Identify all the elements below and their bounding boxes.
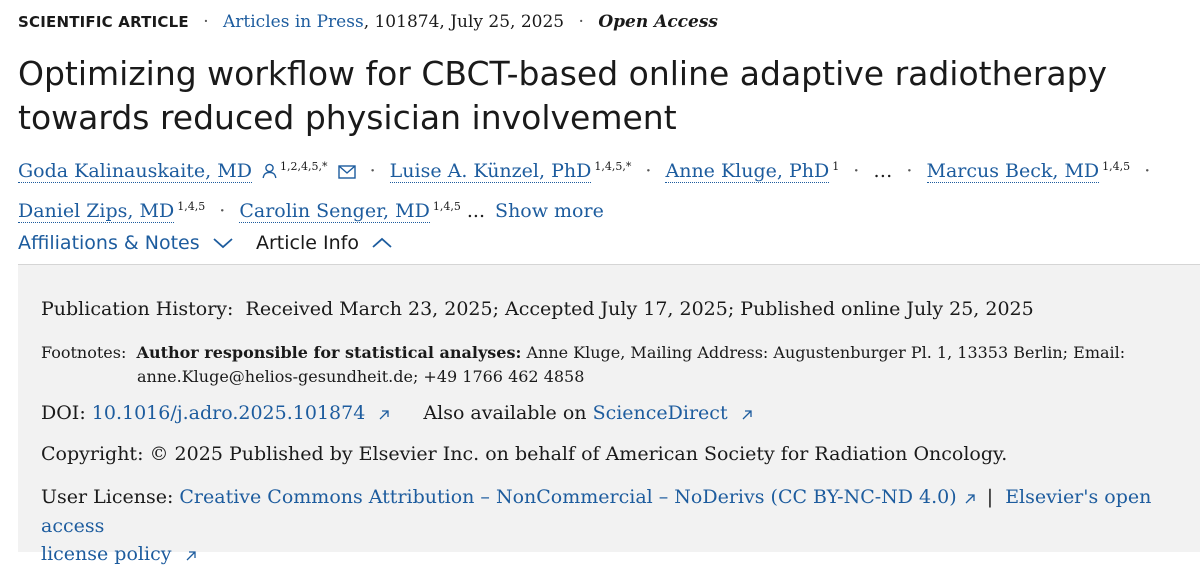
author-affiliation-sup: 1,4,5 [1102, 160, 1131, 173]
license-link[interactable]: Creative Commons Attribution – NonCommer… [179, 486, 956, 508]
author-list: Goda Kalinauskaite, MD 1,2,4,5,* · Luise… [18, 150, 1188, 228]
policy-link-cont[interactable]: license policy [41, 543, 171, 565]
footnotes-label: Footnotes: [41, 343, 127, 362]
chevron-up-icon [371, 229, 393, 259]
article-header: SCIENTIFIC ARTICLE · Articles in Press, … [0, 0, 1200, 565]
separator-dot: · [853, 160, 860, 182]
author-link[interactable]: Anne Kluge, PhD [665, 160, 830, 183]
separator-dot: · [645, 160, 652, 182]
author-affiliation-sup: 1,4,5 [177, 200, 206, 213]
license-separator: | [986, 486, 994, 508]
journal-link[interactable]: Articles in Press [223, 12, 364, 32]
tab-article-info[interactable]: Article Info [256, 228, 395, 268]
external-link-icon [965, 484, 975, 512]
also-available-label: Also available on [423, 402, 587, 424]
authors-more-ellipsis: ... [466, 200, 485, 222]
author-link[interactable]: Marcus Beck, MD [926, 160, 1100, 183]
tab-label: Article Info [256, 232, 359, 254]
doi-row: DOI: 10.1016/j.adro.2025.101874 Also ava… [41, 399, 1171, 428]
history-label: Publication History: [41, 298, 234, 320]
separator-dot: · [578, 12, 584, 32]
tab-label: Affiliations & Notes [18, 232, 200, 254]
article-meta-line: SCIENTIFIC ARTICLE · Articles in Press, … [18, 12, 718, 32]
license-label: User License: [41, 486, 174, 508]
external-link-icon [186, 541, 196, 569]
footnotes-text: Anne Kluge, Mailing Address: Augustenbur… [526, 343, 1126, 362]
author-ellipsis: … [873, 160, 893, 182]
chevron-down-icon [212, 229, 234, 259]
doi-link[interactable]: 10.1016/j.adro.2025.101874 [92, 402, 366, 424]
sciencedirect-link[interactable]: ScienceDirect [593, 402, 728, 424]
license-row: User License: Creative Commons Attributi… [41, 483, 1171, 569]
footnotes-row: Footnotes: Author responsible for statis… [41, 341, 1171, 389]
email-icon[interactable] [337, 156, 356, 190]
external-link-icon [379, 400, 390, 428]
separator-dot: · [906, 160, 913, 182]
author-affiliation-sup: 1,4,5 [432, 200, 461, 213]
author-link[interactable]: Daniel Zips, MD [18, 200, 175, 223]
separator-dot: · [219, 200, 226, 222]
tab-affiliations-notes[interactable]: Affiliations & Notes [18, 228, 234, 264]
person-icon[interactable] [262, 156, 277, 190]
doi-label: DOI: [41, 402, 86, 424]
separator-dot: · [1144, 160, 1151, 182]
separator-dot: · [203, 12, 209, 32]
author-link[interactable]: Goda Kalinauskaite, MD [18, 160, 252, 183]
footnotes-text-cont: anne.Kluge@helios-gesundheit.de; +49 176… [137, 367, 585, 386]
article-title: Optimizing workflow for CBCT-based onlin… [18, 54, 1108, 137]
author-link[interactable]: Luise A. Künzel, PhD [389, 160, 592, 183]
footnotes-bold-text: Author responsible for statistical analy… [136, 343, 522, 362]
show-more-button[interactable]: Show more [495, 200, 604, 222]
publication-history-row: Publication History: Received March 23, … [41, 295, 1171, 323]
issue-info: , 101874, July 25, 2025 [363, 12, 565, 32]
author-affiliation-sup: 1 [832, 160, 840, 173]
history-value: Received March 23, 2025; Accepted July 1… [245, 298, 1034, 320]
author-affiliation-sup: 1,4,5,* [594, 160, 632, 173]
article-info-panel: Publication History: Received March 23, … [18, 264, 1200, 565]
article-type: SCIENTIFIC ARTICLE [18, 13, 189, 31]
copyright-row: Copyright: © 2025 Published by Elsevier … [41, 440, 1171, 468]
copyright-label: Copyright: [41, 443, 144, 465]
author-link[interactable]: Carolin Senger, MD [239, 200, 430, 223]
separator-dot: · [369, 160, 376, 182]
author-affiliation-sup: 1,2,4,5,* [279, 160, 328, 173]
external-link-icon [742, 400, 752, 428]
open-access-label: Open Access [598, 12, 718, 32]
copyright-value: © 2025 Published by Elsevier Inc. on beh… [149, 443, 1008, 465]
